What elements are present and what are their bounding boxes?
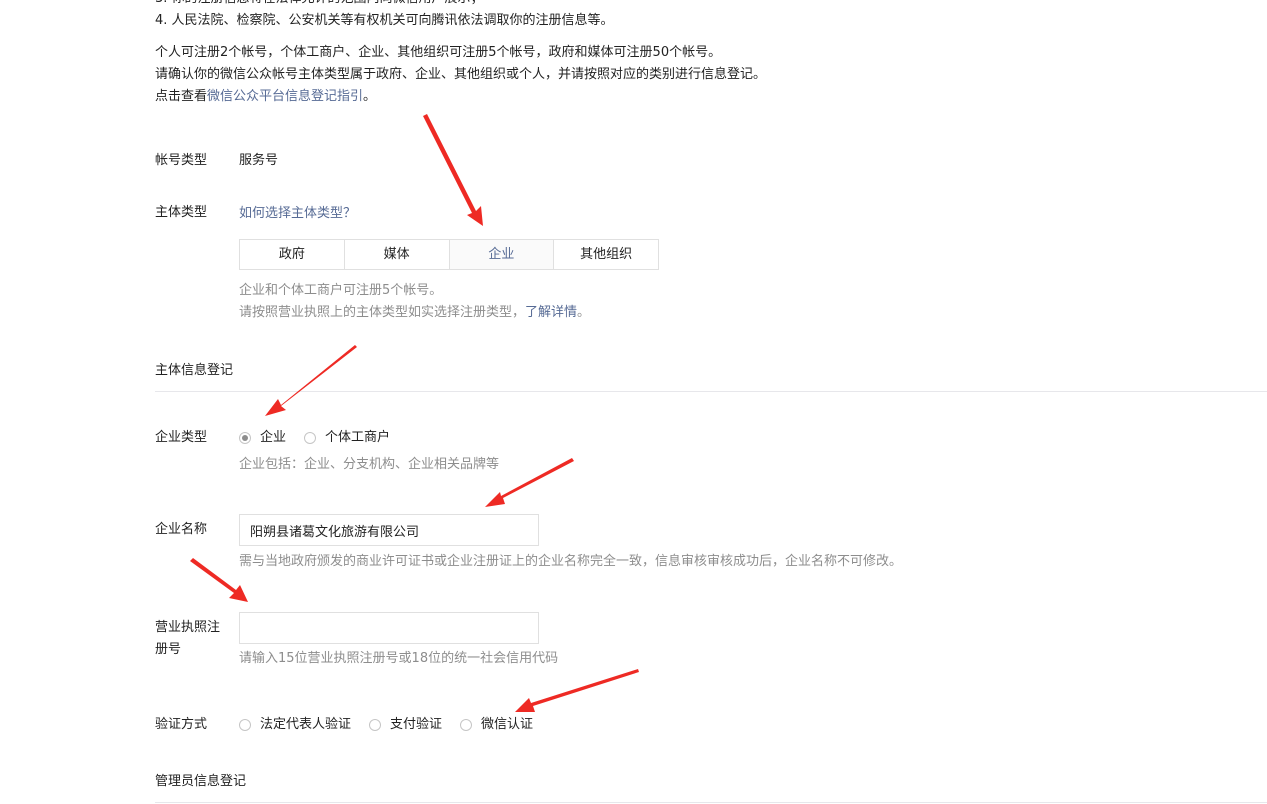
tip-2-suffix: 。 [577, 305, 591, 320]
enterprise-type-label: 企业类型 [155, 430, 208, 445]
radio-payment-verify[interactable]: 支付验证 [369, 714, 442, 736]
radio-enterprise-label: 企业 [260, 430, 287, 445]
enterprise-type-tip: 企业包括：企业、分支机构、企业相关品牌等 [239, 457, 500, 472]
subject-type-tabs: 政府 媒体 企业 其他组织 [239, 239, 659, 270]
license-tip: 请输入15位营业执照注册号或18位的统一社会信用代码 [239, 651, 559, 666]
tab-other-organization[interactable]: 其他组织 [554, 240, 658, 269]
radio-enterprise-circle [239, 432, 251, 444]
subject-info-title: 主体信息登记 [155, 363, 234, 378]
admin-info-divider [155, 802, 1267, 803]
account-type-value: 服务号 [239, 153, 279, 168]
subject-type-label: 主体类型 [155, 205, 208, 220]
subject-type-help: 如何选择主体类型？ [239, 203, 356, 225]
license-label-line-1: 营业执照注 [155, 620, 221, 635]
radio-payment-label: 支付验证 [390, 717, 443, 732]
radio-legal-rep-circle [239, 719, 251, 731]
verify-method-label: 验证方式 [155, 717, 208, 732]
notice-quota: 个人可注册2个帐号，个体工商户、企业、其他组织可注册5个帐号，政府和媒体可注册5… [155, 45, 722, 60]
tab-media[interactable]: 媒体 [344, 240, 450, 269]
subject-info-divider [155, 391, 1267, 392]
enterprise-name-input[interactable] [239, 514, 539, 546]
annotation-arrows [190, 114, 639, 712]
notice-guide: 点击查看微信公众平台信息登记指引。 [155, 86, 766, 108]
radio-wechat-verify[interactable]: 微信认证 [460, 714, 533, 736]
guide-prefix: 点击查看 [155, 89, 208, 104]
radio-legal-rep-verify[interactable]: 法定代表人验证 [239, 714, 351, 736]
license-label-line-2: 册号 [155, 642, 182, 657]
account-type-label: 帐号类型 [155, 153, 208, 168]
guide-link[interactable]: 微信公众平台信息登记指引 [207, 89, 363, 104]
radio-individual-business-circle [304, 432, 317, 444]
tab-enterprise[interactable]: 企业 [449, 240, 555, 269]
tab-government[interactable]: 政府 [240, 240, 345, 269]
arrow-to-wechat-verify [515, 669, 639, 712]
radio-individual-business-label: 个体工商户 [325, 430, 391, 445]
subject-type-tip-1: 企业和个体工商户可注册5个帐号。 [239, 283, 443, 298]
notice-line-3: 3. 你的注册信息将在法律允许的范围内向微信用户展示； [155, 0, 766, 10]
radio-wechat-circle [460, 719, 473, 731]
radio-payment-circle [369, 719, 382, 731]
notice-line-4: 4. 人民法院、检察院、公安机关等有权机关可向腾讯依法调取你的注册信息等。 [155, 13, 614, 28]
tip-2-prefix: 请按照营业执照上的主体类型如实选择注册类型， [239, 305, 526, 320]
radio-legal-rep-label: 法定代表人验证 [260, 717, 352, 732]
admin-info-title: 管理员信息登记 [155, 774, 247, 789]
license-number-input[interactable] [239, 612, 539, 644]
arrow-to-enterprise-tab [423, 114, 483, 226]
radio-individual-business[interactable]: 个体工商户 [304, 427, 390, 449]
guide-suffix: 。 [363, 89, 377, 104]
registration-page: 3. 你的注册信息将在法律允许的范围内向微信用户展示； 4. 人民法院、检察院、… [0, 0, 1267, 804]
enterprise-type-radios: 企业 个体工商户 [239, 427, 408, 449]
radio-enterprise[interactable]: 企业 [239, 427, 286, 449]
how-to-choose-link[interactable]: 如何选择主体类型？ [239, 206, 356, 221]
verify-method-radios: 法定代表人验证 支付验证 微信认证 [239, 714, 551, 736]
radio-wechat-label: 微信认证 [481, 717, 534, 732]
enterprise-name-label: 企业名称 [155, 522, 208, 537]
learn-more-link[interactable]: 了解详情 [525, 305, 577, 320]
arrow-to-subject-info [265, 345, 357, 416]
notice-confirm: 请确认你的微信公众帐号主体类型属于政府、企业、其他组织或个人，并请按照对应的类别… [155, 67, 767, 82]
subject-type-tip-2: 请按照营业执照上的主体类型如实选择注册类型，了解详情。 [239, 302, 590, 324]
notice-block: 3. 你的注册信息将在法律允许的范围内向微信用户展示； 4. 人民法院、检察院、… [155, 0, 766, 108]
enterprise-name-tip: 需与当地政府颁发的商业许可证书或企业注册证上的企业名称完全一致，信息审核审核成功… [239, 554, 903, 569]
license-label: 营业执照注 册号 [155, 617, 220, 661]
